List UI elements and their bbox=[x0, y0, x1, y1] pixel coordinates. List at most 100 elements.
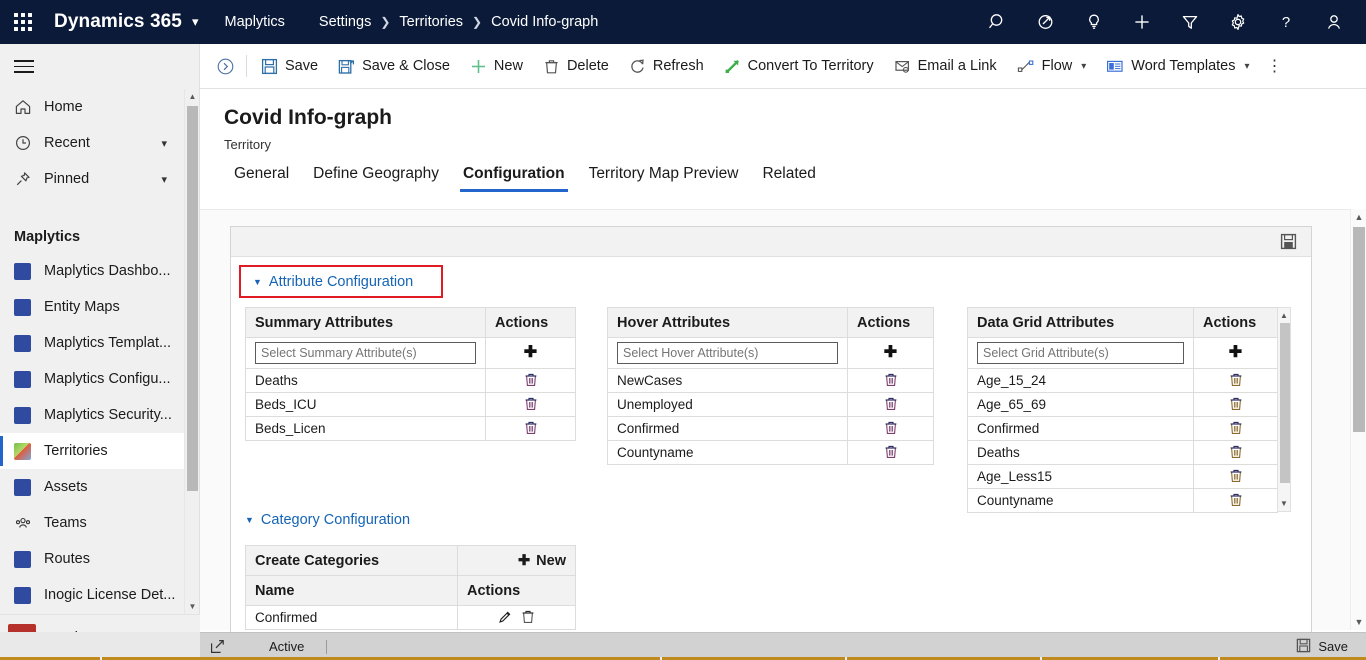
category-configuration-section-header[interactable]: ▼ Category Configuration bbox=[245, 512, 410, 528]
tab-configuration[interactable]: Configuration bbox=[451, 165, 577, 192]
save-button[interactable]: Save bbox=[251, 49, 328, 83]
plus-icon[interactable] bbox=[1118, 0, 1166, 44]
sidebar-item-pinned[interactable]: Pinned ▾ bbox=[0, 161, 185, 197]
save-and-close-button[interactable]: Save & Close bbox=[328, 49, 460, 83]
help-icon[interactable]: ? bbox=[1262, 0, 1310, 44]
trash-icon[interactable] bbox=[1229, 444, 1243, 462]
sidebar-item-assets[interactable]: Assets bbox=[0, 469, 185, 505]
attribute-configuration-section-header[interactable]: ▼ Attribute Configuration bbox=[253, 274, 413, 290]
category-actions-header: Actions bbox=[457, 575, 576, 606]
add-summary-attribute-button[interactable]: ✚ bbox=[524, 344, 537, 361]
refresh-button-label: Refresh bbox=[652, 58, 704, 74]
new-button[interactable]: New bbox=[460, 49, 533, 83]
sidebar-item-home[interactable]: Home bbox=[0, 89, 185, 125]
refresh-button[interactable]: Refresh bbox=[619, 49, 714, 83]
sidebar-item-recent[interactable]: Recent ▾ bbox=[0, 125, 185, 161]
tab-territory-map-preview[interactable]: Territory Map Preview bbox=[577, 165, 751, 192]
entity-maps-icon bbox=[14, 298, 38, 316]
scroll-down-icon[interactable]: ▼ bbox=[1351, 614, 1366, 630]
sidebar-item-entity-maps[interactable]: Entity Maps bbox=[0, 289, 185, 325]
sidebar-item-maplytics-dashboard[interactable]: Maplytics Dashbo... bbox=[0, 253, 185, 289]
trash-icon[interactable] bbox=[521, 609, 535, 627]
scroll-down-icon[interactable]: ▼ bbox=[185, 599, 200, 614]
tab-related[interactable]: Related bbox=[750, 165, 827, 192]
panel-save-icon[interactable] bbox=[1280, 233, 1297, 250]
sidebar-item-label: Territories bbox=[44, 443, 108, 459]
hamburger-icon[interactable] bbox=[0, 44, 199, 89]
trash-icon[interactable] bbox=[884, 444, 898, 462]
triangle-collapse-icon[interactable]: ▼ bbox=[245, 515, 254, 525]
trash-icon[interactable] bbox=[1229, 492, 1243, 510]
user-avatar-icon[interactable] bbox=[1310, 0, 1358, 44]
triangle-collapse-icon[interactable]: ▼ bbox=[253, 277, 262, 287]
category-row-actions bbox=[457, 605, 576, 630]
grid-attribute-select-input[interactable] bbox=[977, 342, 1184, 364]
search-icon[interactable] bbox=[974, 0, 1022, 44]
tab-define-geography[interactable]: Define Geography bbox=[301, 165, 451, 192]
waffle-grid-icon[interactable] bbox=[0, 0, 46, 44]
breadcrumb-item-settings[interactable]: Settings bbox=[319, 14, 371, 30]
trash-icon[interactable] bbox=[884, 420, 898, 438]
chevron-down-icon[interactable]: ▾ bbox=[161, 137, 167, 150]
table-row: Countyname bbox=[607, 440, 934, 465]
chevron-down-icon[interactable]: ▾ bbox=[1245, 61, 1250, 72]
sidebar-item-maplytics-templates[interactable]: Maplytics Templat... bbox=[0, 325, 185, 361]
sidebar-scrollbar[interactable]: ▲ ▼ bbox=[184, 89, 199, 614]
sidebar-item-inogic-license-details[interactable]: Inogic License Det... bbox=[0, 577, 185, 613]
tab-general[interactable]: General bbox=[222, 165, 301, 192]
hover-attribute-select-input[interactable] bbox=[617, 342, 838, 364]
scroll-down-icon[interactable]: ▼ bbox=[1278, 496, 1290, 510]
summary-attribute-select-input[interactable] bbox=[255, 342, 476, 364]
flow-button[interactable]: Flow ▾ bbox=[1007, 49, 1097, 83]
breadcrumb-item-territories[interactable]: Territories bbox=[399, 14, 463, 30]
delete-button[interactable]: Delete bbox=[533, 49, 619, 83]
trash-icon[interactable] bbox=[884, 372, 898, 390]
sidebar-item-routes[interactable]: Routes bbox=[0, 541, 185, 577]
trash-icon[interactable] bbox=[1229, 396, 1243, 414]
sidebar-item-maplytics-security[interactable]: Maplytics Security... bbox=[0, 397, 185, 433]
sidebar-item-maplytics-configuration[interactable]: Maplytics Configu... bbox=[0, 361, 185, 397]
pin-icon bbox=[14, 170, 38, 188]
breadcrumb-app-name[interactable]: Maplytics bbox=[224, 14, 284, 30]
add-hover-attribute-button[interactable]: ✚ bbox=[884, 344, 897, 361]
trash-icon[interactable] bbox=[884, 396, 898, 414]
convert-to-territory-button[interactable]: Convert To Territory bbox=[714, 49, 884, 83]
scroll-up-icon[interactable]: ▲ bbox=[1278, 308, 1290, 322]
grid-row-actions bbox=[1193, 416, 1278, 441]
sidebar-item-teams[interactable]: Teams bbox=[0, 505, 185, 541]
more-vertical-icon[interactable]: ⋮ bbox=[1260, 56, 1290, 76]
add-grid-attribute-button[interactable]: ✚ bbox=[1229, 344, 1242, 361]
content-scrollbar[interactable]: ▲ ▼ bbox=[1350, 209, 1366, 630]
popout-icon[interactable] bbox=[210, 639, 225, 654]
scroll-up-icon[interactable]: ▲ bbox=[185, 89, 200, 104]
trash-icon[interactable] bbox=[1229, 372, 1243, 390]
breadcrumb-item-current[interactable]: Covid Info-graph bbox=[491, 14, 598, 30]
sidebar-item-territories[interactable]: Territories bbox=[0, 433, 185, 469]
data-grid-scrollbar-thumb[interactable] bbox=[1280, 323, 1290, 483]
collapse-circle-icon[interactable] bbox=[208, 49, 242, 83]
trash-icon[interactable] bbox=[1229, 468, 1243, 486]
filter-icon[interactable] bbox=[1166, 0, 1214, 44]
data-grid-scrollbar[interactable]: ▲ ▼ bbox=[1277, 307, 1291, 512]
trash-icon[interactable] bbox=[524, 372, 538, 390]
page-title: Covid Info-graph bbox=[224, 106, 392, 129]
status-save-button[interactable]: Save bbox=[1296, 638, 1348, 656]
new-category-button[interactable]: ✚ New bbox=[518, 553, 566, 569]
lightbulb-icon[interactable] bbox=[1070, 0, 1118, 44]
grid-attribute-name: Age_65_69 bbox=[967, 392, 1194, 417]
scroll-up-icon[interactable]: ▲ bbox=[1351, 209, 1366, 225]
chevron-down-icon[interactable]: ▾ bbox=[1081, 61, 1086, 72]
hover-row-actions bbox=[847, 368, 934, 393]
assistant-icon[interactable] bbox=[1022, 0, 1070, 44]
trash-icon[interactable] bbox=[1229, 420, 1243, 438]
gear-icon[interactable] bbox=[1214, 0, 1262, 44]
chevron-down-icon[interactable]: ▾ bbox=[192, 14, 199, 30]
chevron-down-icon[interactable]: ▾ bbox=[161, 173, 167, 186]
word-templates-button[interactable]: Word Templates ▾ bbox=[1096, 49, 1259, 83]
trash-icon[interactable] bbox=[524, 396, 538, 414]
trash-icon[interactable] bbox=[524, 420, 538, 438]
sidebar-scrollbar-thumb[interactable] bbox=[187, 106, 198, 491]
email-a-link-button[interactable]: Email a Link bbox=[884, 49, 1007, 83]
pencil-icon[interactable] bbox=[498, 610, 512, 627]
content-scrollbar-thumb[interactable] bbox=[1353, 227, 1365, 432]
